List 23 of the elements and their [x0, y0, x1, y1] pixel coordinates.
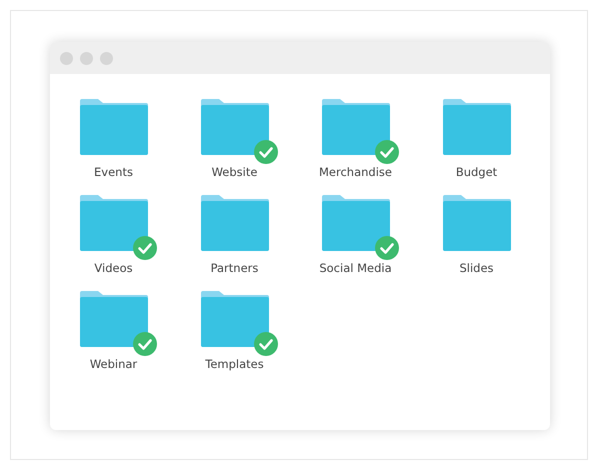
folder-icon[interactable] — [80, 99, 148, 155]
folder-name: Slides — [459, 261, 494, 276]
folder-name: Webinar — [90, 357, 138, 372]
folder-icon[interactable] — [200, 99, 268, 155]
folder-icon[interactable] — [322, 99, 390, 155]
folder-icon[interactable] — [442, 99, 510, 155]
folder-name: Templates — [205, 357, 264, 372]
window-control-icon[interactable] — [100, 52, 113, 64]
folder-icon[interactable] — [200, 195, 268, 251]
folder-name: Budget — [456, 165, 498, 180]
folder-icon[interactable] — [200, 291, 268, 347]
window-control-icon[interactable] — [80, 52, 93, 64]
folder-name: Merchandise — [319, 165, 392, 180]
folder-icon[interactable] — [80, 291, 148, 347]
folder-icon[interactable] — [322, 195, 390, 251]
folder-name: Social Media — [319, 261, 392, 276]
folder-icon[interactable] — [80, 195, 148, 251]
folder-name: Partners — [210, 261, 258, 276]
folder-name: Events — [94, 165, 133, 180]
folder-icon[interactable] — [442, 195, 510, 251]
folder-name: Website — [212, 165, 258, 180]
folder-name: Videos — [94, 261, 133, 276]
window-control-icon[interactable] — [60, 52, 73, 64]
